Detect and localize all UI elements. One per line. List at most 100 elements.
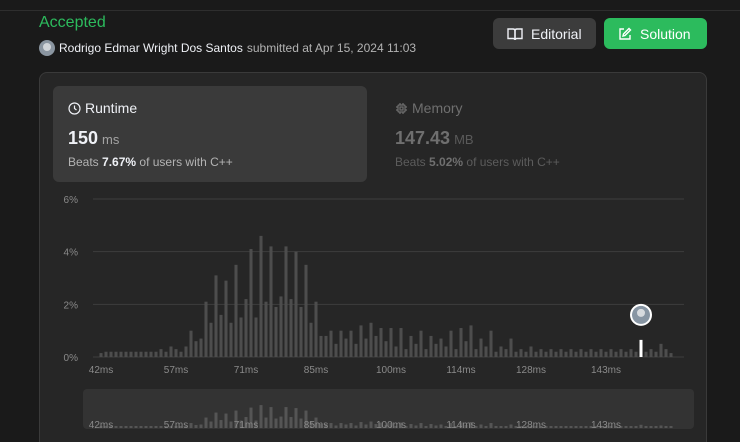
chart-bar[interactable]: [379, 328, 383, 357]
chart-bar[interactable]: [189, 330, 193, 357]
chart-bar[interactable]: [474, 349, 478, 357]
chart-bar[interactable]: [549, 349, 553, 357]
chart-bar[interactable]: [289, 299, 293, 357]
chart-bar[interactable]: [219, 314, 223, 357]
chart-bar[interactable]: [274, 306, 278, 357]
chart-bar[interactable]: [304, 264, 308, 357]
chart-bar[interactable]: [584, 351, 588, 357]
chart-bar[interactable]: [349, 330, 353, 357]
chart-bar[interactable]: [554, 351, 558, 357]
chart-bar[interactable]: [669, 353, 673, 357]
chart-bar[interactable]: [659, 343, 663, 357]
chart-bar[interactable]: [159, 349, 163, 357]
chart-bar[interactable]: [359, 325, 363, 357]
chart-bar[interactable]: [444, 346, 448, 357]
chart-bar[interactable]: [264, 301, 268, 357]
chart-bar[interactable]: [319, 335, 323, 357]
chart-bar[interactable]: [204, 301, 208, 357]
chart-bar[interactable]: [154, 351, 158, 357]
chart-bar[interactable]: [519, 349, 523, 357]
chart-bar[interactable]: [194, 341, 198, 357]
chart-bar[interactable]: [469, 325, 473, 357]
chart-bar[interactable]: [339, 330, 343, 357]
chart-bar[interactable]: [354, 343, 358, 357]
chart-bar[interactable]: [434, 343, 438, 357]
chart-bar[interactable]: [624, 351, 628, 357]
chart-bar[interactable]: [259, 235, 263, 357]
chart-bar[interactable]: [604, 351, 608, 357]
chart-bar[interactable]: [429, 335, 433, 357]
chart-bar[interactable]: [499, 346, 503, 357]
chart-bar[interactable]: [424, 349, 428, 357]
chart-bar[interactable]: [414, 343, 418, 357]
chart-bar[interactable]: [334, 343, 338, 357]
chart-bar[interactable]: [644, 351, 648, 357]
chart-bar[interactable]: [484, 346, 488, 357]
chart-bar[interactable]: [534, 351, 538, 357]
chart-bar[interactable]: [664, 349, 668, 357]
chart-bar[interactable]: [449, 330, 453, 357]
chart-bar[interactable]: [119, 351, 123, 357]
chart-bar[interactable]: [214, 275, 218, 357]
chart-bar[interactable]: [464, 341, 468, 357]
chart-bar[interactable]: [229, 322, 233, 357]
chart-bar[interactable]: [114, 351, 118, 357]
chart-bar[interactable]: [399, 328, 403, 357]
chart-bar[interactable]: [564, 351, 568, 357]
chart-bar[interactable]: [169, 346, 173, 357]
chart-bar[interactable]: [374, 335, 378, 357]
chart-bar[interactable]: [634, 351, 638, 357]
chart-bar[interactable]: [539, 349, 543, 357]
chart-bar[interactable]: [654, 351, 658, 357]
chart-bar[interactable]: [269, 246, 273, 357]
user-avatar-marker[interactable]: [630, 303, 652, 326]
chart-bar[interactable]: [599, 349, 603, 357]
chart-bar[interactable]: [629, 349, 633, 357]
chart-bar[interactable]: [459, 328, 463, 357]
chart-bar[interactable]: [124, 351, 128, 357]
chart-bar[interactable]: [489, 330, 493, 357]
chart-bar[interactable]: [199, 338, 203, 357]
chart-bar[interactable]: [144, 351, 148, 357]
chart-bar[interactable]: [479, 338, 483, 357]
chart-bar[interactable]: [589, 349, 593, 357]
chart-bar[interactable]: [404, 349, 408, 357]
chart-bar[interactable]: [559, 349, 563, 357]
chart-bar[interactable]: [239, 317, 243, 358]
chart-bar[interactable]: [314, 301, 318, 357]
highlighted-bar[interactable]: [639, 339, 643, 357]
chart-bar[interactable]: [249, 249, 253, 357]
chart-bar[interactable]: [454, 349, 458, 357]
chart-bar[interactable]: [164, 351, 168, 357]
chart-bar[interactable]: [324, 335, 328, 357]
chart-bar[interactable]: [104, 351, 108, 357]
chart-bar[interactable]: [619, 349, 623, 357]
chart-bar[interactable]: [509, 338, 513, 357]
chart-bar[interactable]: [279, 296, 283, 357]
chart-bar[interactable]: [99, 353, 103, 357]
chart-bar[interactable]: [574, 351, 578, 357]
chart-bar[interactable]: [384, 341, 388, 357]
chart-bar[interactable]: [369, 322, 373, 357]
chart-bar[interactable]: [394, 346, 398, 357]
chart-bar[interactable]: [544, 351, 548, 357]
chart-bar[interactable]: [409, 335, 413, 357]
chart-bar[interactable]: [224, 280, 228, 357]
chart-bar[interactable]: [594, 351, 598, 357]
chart-bar[interactable]: [129, 351, 133, 357]
chart-bar[interactable]: [504, 349, 508, 357]
chart-bar[interactable]: [344, 338, 348, 357]
chart-bar[interactable]: [609, 349, 613, 357]
chart-bar[interactable]: [309, 322, 313, 357]
chart-bar[interactable]: [614, 351, 618, 357]
chart-bar[interactable]: [174, 349, 178, 357]
chart-bar[interactable]: [254, 317, 258, 358]
chart-bar[interactable]: [529, 346, 533, 357]
chart-bar[interactable]: [244, 299, 248, 357]
chart-bar[interactable]: [294, 251, 298, 357]
chart-bar[interactable]: [284, 246, 288, 357]
chart-bar[interactable]: [419, 330, 423, 357]
chart-bar[interactable]: [134, 351, 138, 357]
chart-bar[interactable]: [149, 351, 153, 357]
chart-bar[interactable]: [184, 346, 188, 357]
